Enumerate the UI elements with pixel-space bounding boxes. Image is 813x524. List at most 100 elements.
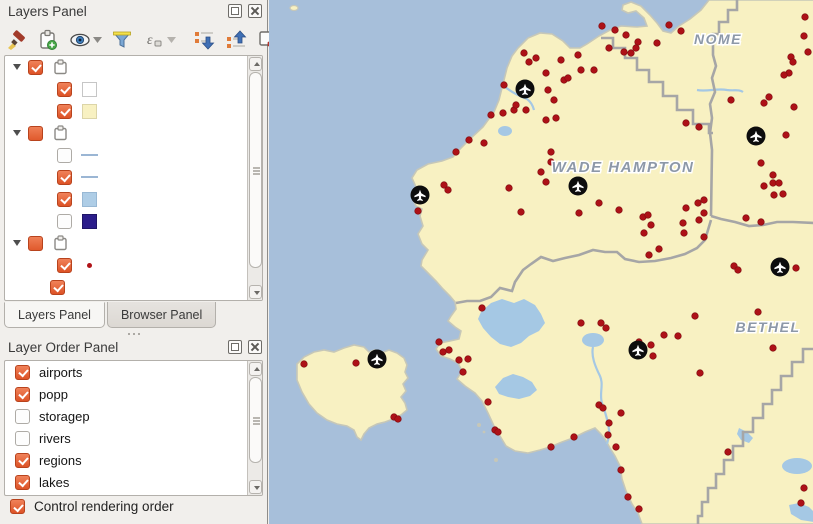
- filter-expression-icon[interactable]: ε: [142, 28, 166, 52]
- layer-tree-scrollbar[interactable]: [247, 56, 262, 300]
- visibility-checkbox[interactable]: [15, 453, 30, 468]
- layer-order-scrollbar[interactable]: [247, 361, 262, 495]
- layer-order-close-icon[interactable]: [248, 340, 262, 354]
- map-popp-point: [545, 87, 552, 94]
- map-popp-point: [436, 339, 443, 346]
- map-popp-point: [616, 207, 623, 214]
- visibility-checkbox[interactable]: [50, 280, 65, 295]
- visibility-checkbox[interactable]: [57, 82, 72, 97]
- tab-layers-panel[interactable]: Layers Panel: [4, 302, 105, 328]
- tree-layer-popp[interactable]: [5, 254, 262, 276]
- visibility-checkbox[interactable]: [57, 214, 72, 229]
- expander-icon[interactable]: [13, 240, 21, 246]
- tree-layer-majrivers[interactable]: [5, 166, 262, 188]
- map-popp-point: [650, 353, 657, 360]
- scroll-down-icon[interactable]: [249, 480, 262, 494]
- tree-layer-airports[interactable]: [5, 276, 262, 298]
- open-layer-styling-icon[interactable]: [4, 28, 28, 52]
- visibility-checkbox[interactable]: [15, 475, 30, 490]
- expander-icon[interactable]: [13, 130, 21, 136]
- map-popp-point: [646, 252, 653, 259]
- map-popp-point: [488, 112, 495, 119]
- map-popp-point: [623, 32, 630, 39]
- layer-order-float-icon[interactable]: [228, 340, 242, 354]
- layers-panel-close-icon[interactable]: [248, 4, 262, 18]
- layers-panel-float-icon[interactable]: [228, 4, 242, 18]
- order-item-lakes[interactable]: lakes: [5, 471, 262, 493]
- order-item-regions[interactable]: regions: [5, 449, 262, 471]
- map-popp-point: [598, 320, 605, 327]
- visibility-checkbox[interactable]: [57, 104, 72, 119]
- map-popp-point: [696, 217, 703, 224]
- map-region-label: NOME: [694, 31, 742, 47]
- order-item-popp[interactable]: popp: [5, 383, 262, 405]
- order-item-rivers[interactable]: rivers: [5, 427, 262, 449]
- map-popp-point: [543, 179, 550, 186]
- visibility-checkbox[interactable]: [28, 236, 43, 251]
- visibility-checkbox[interactable]: [28, 60, 43, 75]
- map-popp-point: [613, 444, 620, 451]
- scrollbar-thumb[interactable]: [249, 72, 262, 268]
- control-rendering-order-checkbox[interactable]: [10, 499, 25, 514]
- expand-all-icon[interactable]: [192, 28, 216, 52]
- tab-browser-panel[interactable]: Browser Panel: [107, 302, 216, 328]
- map-popp-point: [656, 246, 663, 253]
- visibility-checkbox[interactable]: [57, 258, 72, 273]
- collapse-all-icon[interactable]: [224, 28, 248, 52]
- tree-group-water-group[interactable]: [5, 122, 262, 144]
- order-item-storagep[interactable]: storagep: [5, 405, 262, 427]
- visibility-checkbox[interactable]: [15, 409, 30, 424]
- order-item-airports[interactable]: airports: [5, 361, 262, 383]
- visibility-checkbox[interactable]: [15, 387, 30, 402]
- map-popp-point: [697, 370, 704, 377]
- scroll-up-icon[interactable]: [249, 57, 262, 71]
- tree-group-boundaries-group[interactable]: [5, 56, 262, 78]
- layer-symbol: [80, 82, 98, 97]
- layer-symbol: [80, 176, 98, 178]
- scroll-up-icon[interactable]: [249, 362, 262, 376]
- tree-layer-alaska[interactable]: [5, 100, 262, 122]
- scrollbar-thumb[interactable]: [249, 377, 262, 463]
- visibility-dropdown-icon[interactable]: [92, 28, 102, 52]
- map-popp-point: [791, 104, 798, 111]
- layers-panel-toolbar: ε: [4, 27, 264, 53]
- map-popp-point: [618, 467, 625, 474]
- layer-order-list: airports popp storagepriversregionslakes: [4, 360, 263, 496]
- layers-panel-title: Layers Panel: [8, 4, 87, 19]
- expression-dropdown-icon[interactable]: [166, 28, 176, 52]
- visibility-checkbox[interactable]: [57, 192, 72, 207]
- map-popp-point: [770, 172, 777, 179]
- map-airport-icon: [771, 258, 790, 277]
- tree-layer-regions[interactable]: [5, 78, 262, 100]
- tree-layer-lakes[interactable]: [5, 188, 262, 210]
- scroll-down-icon[interactable]: [249, 285, 262, 299]
- map-popp-point: [479, 305, 486, 312]
- map-popp-point: [770, 345, 777, 352]
- visibility-checkbox[interactable]: [28, 126, 43, 141]
- map-canvas[interactable]: NOMEWADE HAMPTONBETHEL: [269, 0, 813, 524]
- map-popp-point: [553, 115, 560, 122]
- add-group-icon[interactable]: [36, 28, 60, 52]
- visibility-checkbox[interactable]: [57, 148, 72, 163]
- map-popp-point: [678, 28, 685, 35]
- layer-symbol: [80, 154, 98, 156]
- map-popp-point: [776, 180, 783, 187]
- visibility-checkbox[interactable]: [57, 170, 72, 185]
- visibility-checkbox[interactable]: [15, 365, 30, 380]
- map-lake: [498, 126, 512, 136]
- filter-legend-funnel-icon[interactable]: [110, 28, 134, 52]
- map-popp-point: [790, 59, 797, 66]
- tree-layer-rivers[interactable]: [5, 144, 262, 166]
- order-item-label: airports: [39, 365, 82, 380]
- tree-group-group1[interactable]: [5, 232, 262, 254]
- visibility-checkbox[interactable]: [15, 431, 30, 446]
- map-airport-icon: [368, 350, 387, 369]
- tree-layer-swamp[interactable]: [5, 210, 262, 232]
- layers-panel-header: Layers Panel: [0, 0, 268, 24]
- map-popp-point: [538, 169, 545, 176]
- order-item-label: popp: [39, 387, 68, 402]
- map-popp-point: [725, 449, 732, 456]
- map-popp-point: [766, 94, 773, 101]
- manage-visibility-eye-icon[interactable]: [68, 28, 92, 52]
- expander-icon[interactable]: [13, 64, 21, 70]
